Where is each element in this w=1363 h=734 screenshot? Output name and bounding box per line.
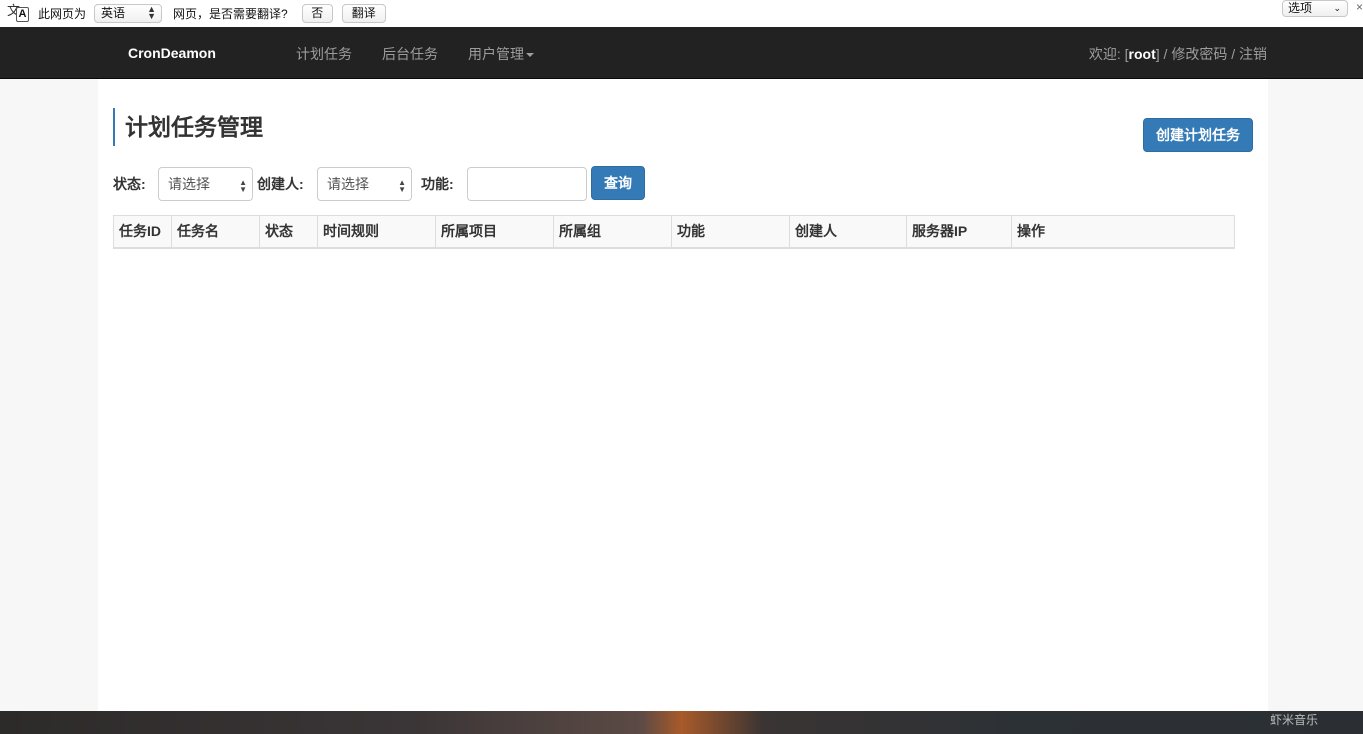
nav-item-user-management[interactable]: 用户管理 [468,44,534,64]
tasks-table: 任务ID 任务名 状态 时间规则 所属项目 所属组 功能 创建人 服务器IP 操… [113,215,1235,249]
language-select[interactable]: 英语 ▲ ▼ [94,4,163,23]
account-links[interactable]: ] / 修改密码 / 注销 [1156,46,1267,62]
function-label: 功能: [421,176,454,192]
create-task-button[interactable]: 创建计划任务 [1143,118,1253,152]
translate-question: 网页，是否需要翻译? [173,7,288,21]
table-header-row: 任务ID 任务名 状态 时间规则 所属项目 所属组 功能 创建人 服务器IP 操… [113,215,1235,249]
column-header: 状态 [259,215,318,249]
function-input[interactable] [467,167,587,201]
no-translate-button[interactable]: 否 [301,4,333,23]
nav-item-scheduled-tasks[interactable]: 计划任务 [296,44,352,64]
page-title: 计划任务管理 [113,108,263,146]
caret-down-icon [526,53,534,58]
user-menu: 欢迎: [root] / 修改密码 / 注销 [1089,44,1267,64]
column-header: 所属项目 [435,215,554,249]
welcome-prefix: 欢迎: [ [1088,46,1129,62]
close-icon[interactable]: × [1356,0,1363,14]
chevron-down-icon: ⌄ [1333,3,1341,13]
nav-item-label: 用户管理 [468,46,524,62]
column-header: 功能 [671,215,790,249]
column-header: 时间规则 [317,215,436,249]
column-header: 服务器IP [906,215,1012,249]
column-header: 任务名 [171,215,260,249]
translate-button[interactable]: 翻译 [341,4,386,23]
query-button[interactable]: 查询 [591,166,645,200]
options-select[interactable]: 选项 ⌄ [1282,0,1348,17]
translate-prefix: 此网页为 [38,7,87,21]
desktop-wallpaper: 虾米音乐 [0,711,1363,734]
nav-item-background-tasks[interactable]: 后台任务 [382,44,438,64]
chevron-updown-icon: ▲ ▼ [398,178,406,194]
main-content: 计划任务管理 创建计划任务 状态: 请选择 ▲ ▼ 创建人: 请选择 ▲ ▼ 功能:… [98,79,1268,711]
creator-select[interactable]: 请选择 ▲ ▼ [317,167,412,201]
translate-bar: 文 A 此网页为 英语 ▲ ▼ 网页，是否需要翻译? 否 翻译 选项 ⌄ × [0,0,1363,27]
status-select[interactable]: 请选择 ▲ ▼ [158,167,253,201]
column-header: 任务ID [113,215,172,249]
column-header: 创建人 [789,215,907,249]
status-label: 状态: [113,176,146,192]
dock-label: 虾米音乐 [1270,713,1319,727]
username[interactable]: root [1129,46,1156,62]
chevron-updown-icon: ▲ ▼ [147,4,157,21]
column-header: 操作 [1011,215,1235,249]
creator-label: 创建人: [257,176,304,192]
navbar: CronDeamon 计划任务 后台任务 用户管理 欢迎: [root] / 修… [0,27,1363,79]
translate-icon: 文 A [6,3,32,25]
column-header: 所属组 [553,215,672,249]
brand-link[interactable]: CronDeamon [128,45,216,61]
chevron-updown-icon: ▲ ▼ [239,178,247,194]
